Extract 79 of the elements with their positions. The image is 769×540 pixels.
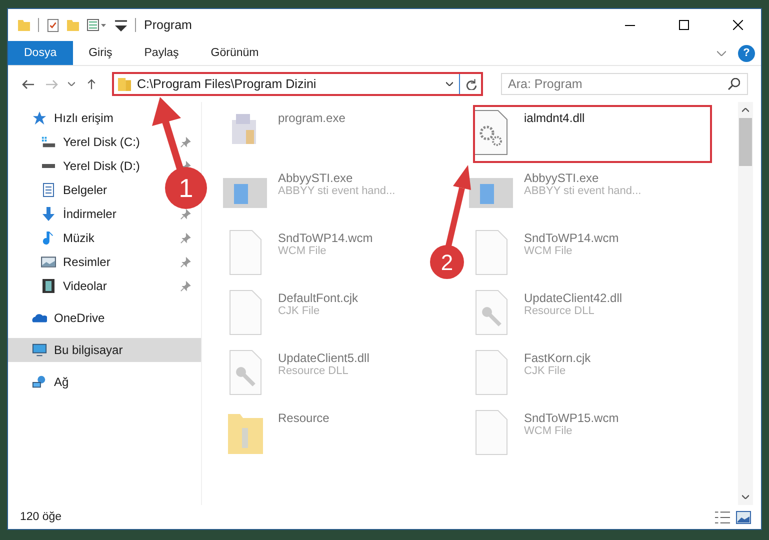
search-icon[interactable] [728,78,740,90]
up-icon[interactable] [85,78,98,90]
file-name[interactable]: SndToWP14.wcm [524,231,619,245]
computer-icon [32,343,47,357]
picture-icon [41,255,56,269]
item-count: 120 öğe [20,511,62,523]
details-view-icon[interactable] [715,510,730,524]
refresh-icon[interactable] [466,78,477,90]
scroll-down-icon[interactable] [742,495,749,499]
file-name[interactable]: UpdateClient42.dll [524,291,622,305]
ribbon-tab[interactable]: Paylaş [128,41,195,65]
file-name[interactable]: AbbyySTI.exe [524,171,599,185]
file-type: Resource DLL [278,365,348,377]
pin-icon[interactable] [180,280,191,292]
file-type: WCM File [524,425,572,437]
scrollbar[interactable] [738,102,753,505]
address-path: C:\Program Files\Program Dizini [137,77,316,91]
file-type: WCM File [524,245,572,257]
back-icon[interactable] [22,78,35,90]
close-icon[interactable] [733,20,743,30]
film-icon [41,279,56,293]
file-name[interactable]: FastKorn.cjk [524,351,591,365]
file-name[interactable]: AbbyySTI.exe [278,171,353,185]
sidebar-item[interactable]: Belgeler [63,183,108,197]
scroll-thumb[interactable] [739,118,752,166]
sidebar-item[interactable]: Yerel Disk (C:) [63,135,140,149]
properties-icon[interactable] [87,19,107,31]
dropdown-icon[interactable] [115,18,127,32]
file-name[interactable]: Resource [278,411,330,425]
caret-icon[interactable] [446,82,453,86]
expand-icon[interactable] [717,50,726,56]
step-callout: 1 [165,167,207,209]
sidebar-item[interactable]: Müzik [63,231,94,245]
file-type: WCM File [278,245,326,257]
large-icons-view-icon[interactable] [736,510,751,524]
caret-icon[interactable] [68,82,75,86]
file-type: CJK File [278,305,320,317]
file-name[interactable]: DefaultFont.cjk [278,291,358,305]
sidebar-item[interactable]: Bu bilgisayar [8,338,201,362]
file-type: ABBYY sti event hand... [278,185,396,197]
minimize-icon[interactable] [625,24,635,26]
maximize-icon[interactable] [679,20,689,30]
document-icon [41,183,56,197]
file-name[interactable]: SndToWP14.wcm [278,231,373,245]
file-name[interactable]: ialmdnt4.dll [524,111,585,125]
file-type: ABBYY sti event hand... [524,185,642,197]
file-name[interactable]: UpdateClient5.dll [278,351,370,365]
help-button[interactable]: ? [738,44,755,62]
sidebar-item[interactable]: Resimler [63,255,110,269]
ribbon-tab[interactable]: Görünüm [194,41,275,65]
search-field[interactable]: Ara: Program [501,73,748,95]
scroll-up-icon[interactable] [742,108,749,112]
file-name[interactable]: SndToWP15.wcm [524,411,619,425]
sidebar-item[interactable]: Videolar [63,279,107,293]
pin-icon[interactable] [180,136,191,148]
address-bar[interactable]: C:\Program Files\Program Dizini [112,72,483,96]
window-title: Program [144,18,192,32]
pin-icon[interactable] [180,232,191,244]
checklist-icon[interactable] [47,18,59,32]
sidebar-item[interactable]: OneDrive [8,306,201,330]
music-icon [41,231,56,245]
network-icon [32,375,47,389]
pin-icon[interactable] [180,208,191,220]
star-icon [32,111,47,125]
step-callout: 2 [430,245,464,279]
folder-icon [118,78,131,90]
cloud-icon [32,311,47,325]
sidebar-item[interactable]: Hızlı erişim [8,106,201,130]
file-type: CJK File [524,365,566,377]
ribbon-tab[interactable]: Dosya [8,41,73,65]
sidebar-item[interactable]: Yerel Disk (D:) [63,159,140,173]
sidebar-item[interactable]: İndirmeler [63,207,116,221]
drive-icon [41,135,56,149]
download-icon [41,207,56,221]
file-name[interactable]: program.exe [278,111,346,125]
pin-icon[interactable] [180,256,191,268]
file-type: Resource DLL [524,305,594,317]
sidebar-item[interactable]: Ağ [8,370,201,394]
ribbon-tab[interactable]: Giriş [72,41,128,65]
